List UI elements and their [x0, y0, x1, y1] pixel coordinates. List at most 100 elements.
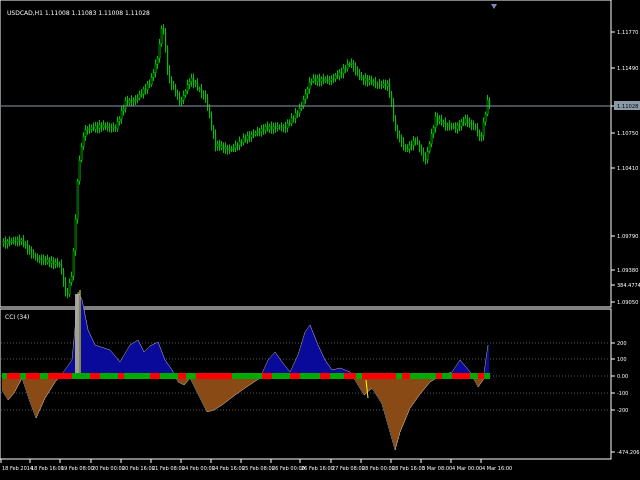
candle-body	[242, 137, 245, 144]
price-chart[interactable]: USDCAD,H1 1.11008 1.11083 1.11008 1.1102…	[0, 0, 612, 308]
cci-state-segment	[330, 373, 344, 379]
candle-body	[72, 250, 75, 277]
candle-body	[149, 84, 151, 86]
cci-state-segment	[160, 373, 178, 379]
candle-body	[294, 112, 297, 119]
cci-state-segment	[2, 373, 7, 379]
candle-body	[411, 144, 413, 146]
candle-body	[338, 71, 341, 77]
candle-body	[372, 81, 375, 84]
candle-body	[194, 82, 197, 85]
price-label: 1.09050	[617, 300, 638, 306]
candle-body	[246, 135, 249, 140]
candle-body	[455, 126, 457, 129]
candle-body	[68, 282, 71, 295]
candle-body	[152, 72, 155, 78]
candle-body	[363, 76, 365, 81]
candle-body	[23, 239, 25, 246]
candle-body	[198, 88, 201, 90]
candle-body	[446, 124, 449, 127]
chart-title: USDCAD,H1 1.11008 1.11083 1.11008 1.1102…	[7, 10, 150, 17]
candle-body	[271, 126, 273, 130]
candle-body	[57, 262, 59, 265]
candle-body	[406, 148, 409, 151]
candle-body	[97, 125, 99, 129]
candle-body	[76, 180, 79, 220]
candle-body	[408, 144, 411, 150]
cci-state-segment	[320, 373, 330, 379]
candle-body	[316, 78, 319, 82]
candle-body	[19, 239, 21, 242]
candle-body	[484, 113, 487, 123]
candle-body	[211, 116, 213, 128]
candle-body	[375, 81, 377, 84]
cci-state-segment	[150, 373, 160, 379]
time-label: 20 Feb 00:00	[92, 466, 125, 472]
candle-body	[219, 144, 221, 148]
candle-body	[154, 63, 157, 73]
candle-body	[302, 99, 305, 107]
candle-body	[260, 128, 263, 133]
candle-body	[173, 85, 175, 87]
time-label: 26 Feb 16:00	[301, 466, 334, 472]
candle-body	[419, 142, 421, 150]
candle-body	[399, 134, 401, 138]
cci-level-label: 100	[617, 357, 627, 363]
candle-body	[177, 93, 179, 96]
candle-body	[190, 77, 193, 83]
candle-body	[371, 79, 373, 83]
candle-body	[169, 70, 171, 79]
indicator-title: CCI (34)	[5, 314, 29, 321]
candle-body	[403, 142, 405, 147]
candle-body	[224, 146, 227, 150]
candle-body	[216, 143, 219, 147]
candle-body	[101, 124, 103, 128]
candle-body	[379, 83, 381, 85]
candle-body	[441, 119, 443, 124]
candle-body	[437, 116, 439, 121]
candle-body	[67, 291, 69, 295]
candle-body	[330, 78, 333, 81]
candle-body	[471, 122, 473, 126]
candle-body	[391, 93, 393, 103]
cci-state-segment	[356, 373, 362, 379]
time-label: 25 Feb 08:00	[242, 466, 275, 472]
candle-body	[179, 95, 181, 102]
candle-body	[16, 239, 19, 242]
candle-body	[477, 127, 479, 134]
candle-body	[254, 132, 257, 135]
candle-body	[415, 140, 417, 142]
candle-body	[138, 93, 141, 99]
cci-state-segment	[118, 373, 124, 379]
candle-body	[256, 131, 259, 134]
candle-body	[479, 133, 481, 137]
candle-body	[102, 124, 105, 128]
price-label: 1.10410	[617, 166, 638, 172]
candle-body	[213, 127, 215, 135]
cci-window[interactable]: CCI (34)	[0, 290, 612, 460]
candle-body	[460, 121, 463, 127]
candle-body	[449, 125, 451, 127]
cci-state-segment	[478, 373, 484, 379]
price-label: 1.11490	[617, 66, 638, 72]
time-label: 21 Feb 08:00	[152, 466, 185, 472]
candle-body	[346, 63, 349, 70]
candle-body	[452, 126, 455, 129]
candle-body	[341, 72, 343, 74]
candle-body	[158, 43, 161, 59]
candle-body	[94, 125, 97, 130]
candle-body	[263, 128, 265, 131]
candle-body	[220, 145, 223, 149]
candle-body	[253, 134, 255, 136]
candle-body	[342, 67, 345, 74]
candle-body	[61, 264, 63, 271]
candle-body	[328, 79, 331, 82]
time-label: 24 Feb 00:00	[182, 466, 215, 472]
candle-body	[395, 118, 397, 129]
candle-body	[456, 124, 459, 130]
candle-body	[289, 123, 291, 125]
candle-body	[480, 135, 483, 138]
cci-level-label: -474.2068	[617, 450, 640, 456]
time-label: 28 Feb 00:00	[362, 466, 395, 472]
candle-body	[412, 140, 415, 146]
